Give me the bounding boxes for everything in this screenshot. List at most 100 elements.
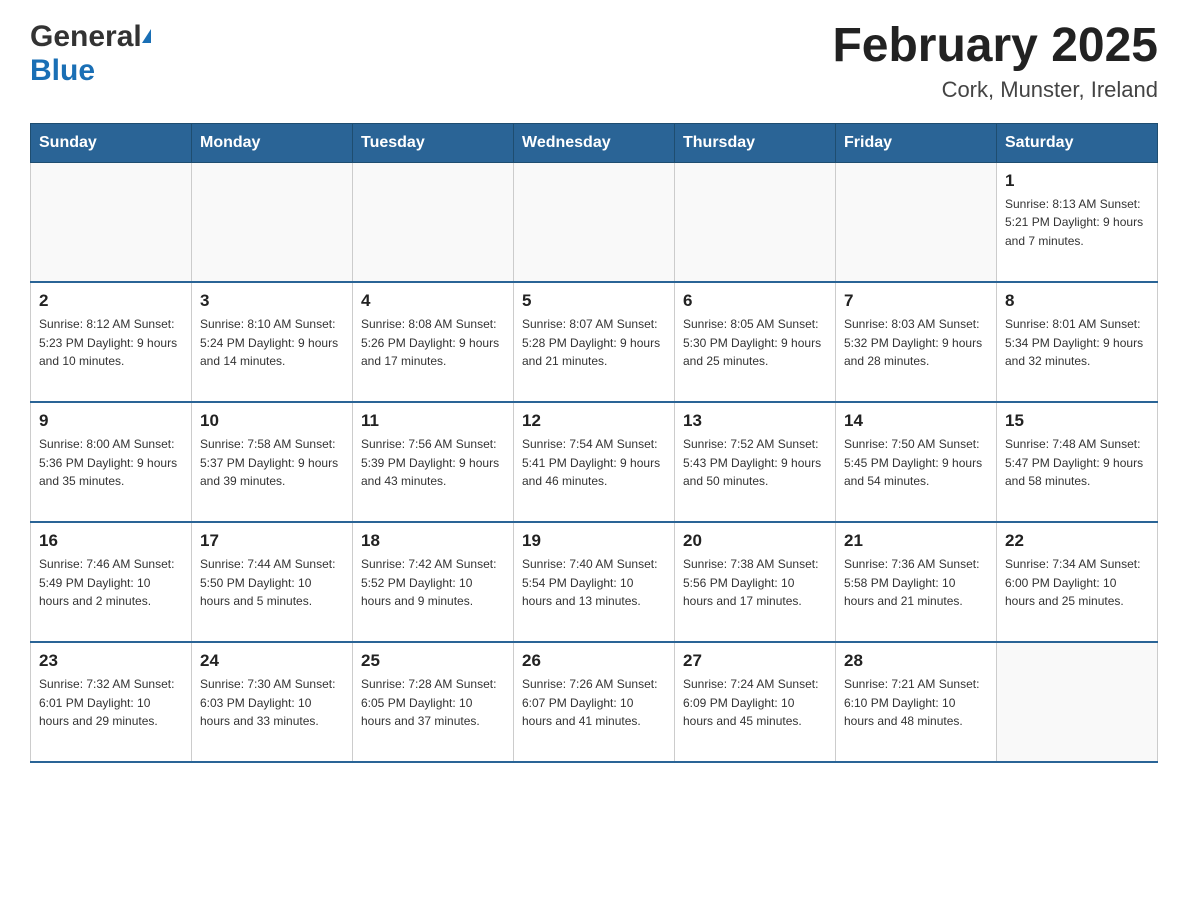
calendar-cell: 1 Sunrise: 8:13 AM Sunset: 5:21 PM Daylig… <box>997 162 1158 282</box>
day-info: Sunrise: 8:08 AM Sunset: 5:26 PM Dayligh… <box>361 315 505 371</box>
day-number: 20 <box>683 531 827 551</box>
day-number: 23 <box>39 651 183 671</box>
calendar-cell <box>31 162 192 282</box>
weekday-header-wednesday: Wednesday <box>514 123 675 162</box>
calendar-week-4: 16 Sunrise: 7:46 AM Sunset: 5:49 PM Dayli… <box>31 522 1158 642</box>
calendar-cell: 25Sunrise: 7:28 AM Sunset: 6:05 PM Dayli… <box>353 642 514 762</box>
calendar-table: SundayMondayTuesdayWednesdayThursdayFrid… <box>30 123 1158 764</box>
calendar-cell <box>997 642 1158 762</box>
calendar-cell: 4 Sunrise: 8:08 AM Sunset: 5:26 PM Daylig… <box>353 282 514 402</box>
calendar-cell: 8 Sunrise: 8:01 AM Sunset: 5:34 PM Daylig… <box>997 282 1158 402</box>
day-number: 17 <box>200 531 344 551</box>
day-info: Sunrise: 8:03 AM Sunset: 5:32 PM Dayligh… <box>844 315 988 371</box>
weekday-header-tuesday: Tuesday <box>353 123 514 162</box>
day-info: Sunrise: 7:38 AM Sunset: 5:56 PM Dayligh… <box>683 555 827 611</box>
calendar-cell: 28 Sunrise: 7:21 AM Sunset: 6:10 PM Dayli… <box>836 642 997 762</box>
calendar-week-3: 9 Sunrise: 8:00 AM Sunset: 5:36 PM Daylig… <box>31 402 1158 522</box>
day-info: Sunrise: 8:10 AM Sunset: 5:24 PM Dayligh… <box>200 315 344 371</box>
day-number: 2 <box>39 291 183 311</box>
calendar-cell: 7 Sunrise: 8:03 AM Sunset: 5:32 PM Daylig… <box>836 282 997 402</box>
calendar-cell: 15Sunrise: 7:48 AM Sunset: 5:47 PM Dayli… <box>997 402 1158 522</box>
day-number: 6 <box>683 291 827 311</box>
calendar-cell <box>353 162 514 282</box>
month-title: February 2025 <box>832 20 1158 73</box>
day-info: Sunrise: 7:58 AM Sunset: 5:37 PM Dayligh… <box>200 435 344 491</box>
title-block: February 2025 Cork, Munster, Ireland <box>832 20 1158 103</box>
logo: General Blue <box>30 20 151 88</box>
calendar-cell: 23 Sunrise: 7:32 AM Sunset: 6:01 PM Dayli… <box>31 642 192 762</box>
calendar-week-2: 2 Sunrise: 8:12 AM Sunset: 5:23 PM Daylig… <box>31 282 1158 402</box>
day-number: 26 <box>522 651 666 671</box>
weekday-header-saturday: Saturday <box>997 123 1158 162</box>
day-number: 4 <box>361 291 505 311</box>
day-number: 22 <box>1005 531 1149 551</box>
day-number: 7 <box>844 291 988 311</box>
day-number: 18 <box>361 531 505 551</box>
day-info: Sunrise: 8:00 AM Sunset: 5:36 PM Dayligh… <box>39 435 183 491</box>
location-subtitle: Cork, Munster, Ireland <box>832 77 1158 103</box>
page-header: General Blue February 2025 Cork, Munster… <box>30 20 1158 103</box>
calendar-cell: 10 Sunrise: 7:58 AM Sunset: 5:37 PM Dayli… <box>192 402 353 522</box>
day-number: 13 <box>683 411 827 431</box>
day-number: 9 <box>39 411 183 431</box>
calendar-cell: 2 Sunrise: 8:12 AM Sunset: 5:23 PM Daylig… <box>31 282 192 402</box>
day-info: Sunrise: 7:42 AM Sunset: 5:52 PM Dayligh… <box>361 555 505 611</box>
calendar-cell: 18 Sunrise: 7:42 AM Sunset: 5:52 PM Dayli… <box>353 522 514 642</box>
day-info: Sunrise: 7:24 AM Sunset: 6:09 PM Dayligh… <box>683 675 827 731</box>
day-number: 12 <box>522 411 666 431</box>
day-info: Sunrise: 8:13 AM Sunset: 5:21 PM Dayligh… <box>1005 195 1149 251</box>
day-number: 27 <box>683 651 827 671</box>
logo-triangle-icon <box>142 29 151 43</box>
day-info: Sunrise: 7:50 AM Sunset: 5:45 PM Dayligh… <box>844 435 988 491</box>
calendar-cell: 19 Sunrise: 7:40 AM Sunset: 5:54 PM Dayli… <box>514 522 675 642</box>
day-number: 8 <box>1005 291 1149 311</box>
logo-general-text: General <box>30 20 142 54</box>
day-info: Sunrise: 7:21 AM Sunset: 6:10 PM Dayligh… <box>844 675 988 731</box>
calendar-week-1: 1 Sunrise: 8:13 AM Sunset: 5:21 PM Daylig… <box>31 162 1158 282</box>
calendar-cell: 16 Sunrise: 7:46 AM Sunset: 5:49 PM Dayli… <box>31 522 192 642</box>
day-number: 19 <box>522 531 666 551</box>
weekday-header-friday: Friday <box>836 123 997 162</box>
day-number: 10 <box>200 411 344 431</box>
day-info: Sunrise: 7:34 AM Sunset: 6:00 PM Dayligh… <box>1005 555 1149 611</box>
calendar-cell <box>514 162 675 282</box>
day-number: 15 <box>1005 411 1149 431</box>
day-number: 5 <box>522 291 666 311</box>
calendar-body: 1 Sunrise: 8:13 AM Sunset: 5:21 PM Daylig… <box>31 162 1158 762</box>
day-number: 1 <box>1005 171 1149 191</box>
calendar-cell: 27 Sunrise: 7:24 AM Sunset: 6:09 PM Dayli… <box>675 642 836 762</box>
calendar-cell: 20 Sunrise: 7:38 AM Sunset: 5:56 PM Dayli… <box>675 522 836 642</box>
calendar-header: SundayMondayTuesdayWednesdayThursdayFrid… <box>31 123 1158 162</box>
day-number: 28 <box>844 651 988 671</box>
day-info: Sunrise: 8:12 AM Sunset: 5:23 PM Dayligh… <box>39 315 183 371</box>
calendar-cell <box>675 162 836 282</box>
day-info: Sunrise: 7:32 AM Sunset: 6:01 PM Dayligh… <box>39 675 183 731</box>
day-info: Sunrise: 7:46 AM Sunset: 5:49 PM Dayligh… <box>39 555 183 611</box>
day-info: Sunrise: 7:40 AM Sunset: 5:54 PM Dayligh… <box>522 555 666 611</box>
weekday-header-thursday: Thursday <box>675 123 836 162</box>
calendar-cell: 12 Sunrise: 7:54 AM Sunset: 5:41 PM Dayli… <box>514 402 675 522</box>
day-info: Sunrise: 7:54 AM Sunset: 5:41 PM Dayligh… <box>522 435 666 491</box>
logo-blue-text: Blue <box>30 54 95 87</box>
calendar-cell: 17 Sunrise: 7:44 AM Sunset: 5:50 PM Dayli… <box>192 522 353 642</box>
day-number: 24 <box>200 651 344 671</box>
calendar-week-5: 23 Sunrise: 7:32 AM Sunset: 6:01 PM Dayli… <box>31 642 1158 762</box>
day-info: Sunrise: 8:01 AM Sunset: 5:34 PM Dayligh… <box>1005 315 1149 371</box>
weekday-header-monday: Monday <box>192 123 353 162</box>
weekday-header-row: SundayMondayTuesdayWednesdayThursdayFrid… <box>31 123 1158 162</box>
day-number: 25 <box>361 651 505 671</box>
calendar-cell: 6Sunrise: 8:05 AM Sunset: 5:30 PM Daylig… <box>675 282 836 402</box>
day-info: Sunrise: 7:30 AM Sunset: 6:03 PM Dayligh… <box>200 675 344 731</box>
calendar-cell: 24 Sunrise: 7:30 AM Sunset: 6:03 PM Dayli… <box>192 642 353 762</box>
calendar-cell: 9 Sunrise: 8:00 AM Sunset: 5:36 PM Daylig… <box>31 402 192 522</box>
calendar-cell: 5Sunrise: 8:07 AM Sunset: 5:28 PM Daylig… <box>514 282 675 402</box>
calendar-cell: 21Sunrise: 7:36 AM Sunset: 5:58 PM Dayli… <box>836 522 997 642</box>
calendar-cell: 11Sunrise: 7:56 AM Sunset: 5:39 PM Dayli… <box>353 402 514 522</box>
day-info: Sunrise: 7:44 AM Sunset: 5:50 PM Dayligh… <box>200 555 344 611</box>
day-number: 14 <box>844 411 988 431</box>
day-info: Sunrise: 7:26 AM Sunset: 6:07 PM Dayligh… <box>522 675 666 731</box>
day-number: 16 <box>39 531 183 551</box>
calendar-cell: 13 Sunrise: 7:52 AM Sunset: 5:43 PM Dayli… <box>675 402 836 522</box>
calendar-cell <box>836 162 997 282</box>
day-info: Sunrise: 7:52 AM Sunset: 5:43 PM Dayligh… <box>683 435 827 491</box>
